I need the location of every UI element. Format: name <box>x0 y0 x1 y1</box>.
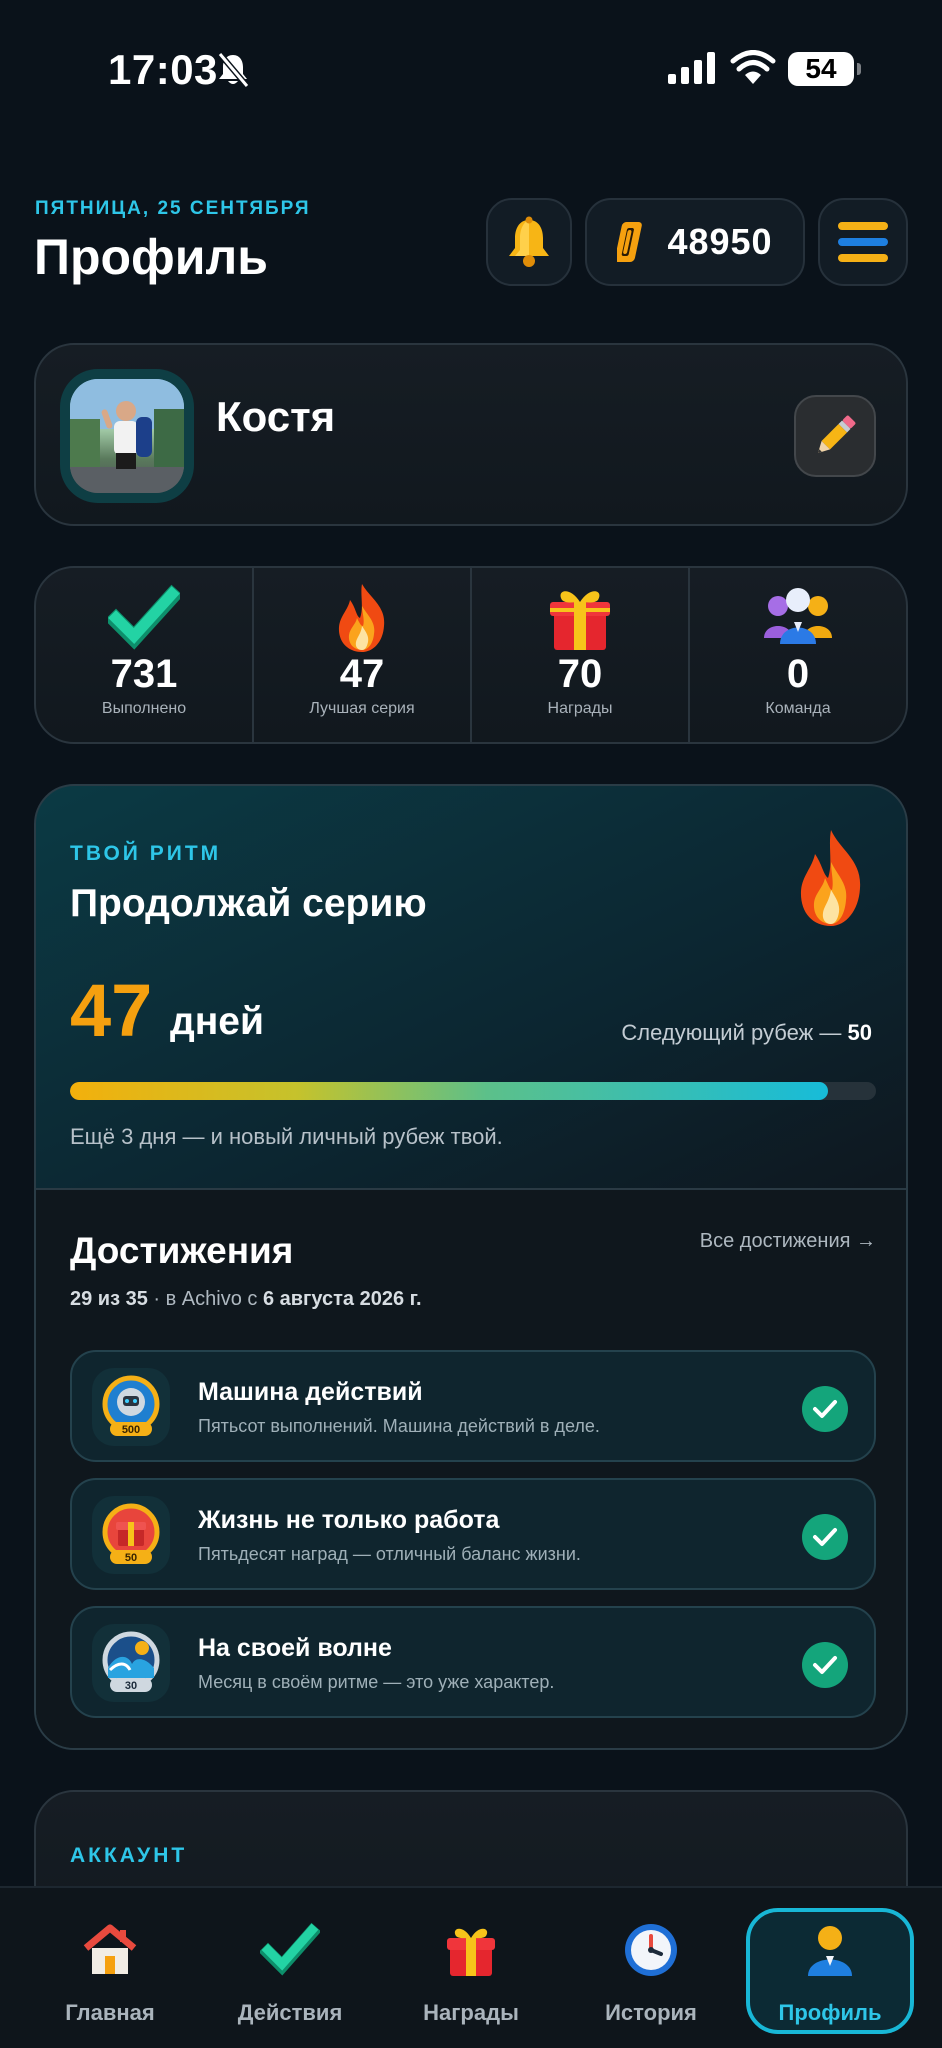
check-icon <box>802 1386 848 1432</box>
wifi-icon <box>730 50 776 84</box>
stats-card: 731 Выполнено 47 Лучшая серия 70 Награды <box>34 566 908 744</box>
achievement-badge-label: 50 <box>125 1552 137 1564</box>
achievement-item[interactable]: 500 Машина действий Пятьсот выполнений. … <box>70 1350 876 1462</box>
notifications-button[interactable] <box>486 198 572 286</box>
achievement-item[interactable]: 30 На своей волне Месяц в своём ритме — … <box>70 1606 876 1718</box>
achievement-badge-label: 30 <box>125 1680 137 1692</box>
achievements-since-date: 6 августа 2026 г. <box>262 1288 422 1310</box>
stat-label: Команда <box>765 700 831 717</box>
checkmark-icon <box>260 1922 320 1976</box>
menu-icon <box>838 222 888 230</box>
signal-icon <box>668 52 715 84</box>
stat-label: Лучшая серия <box>309 700 415 717</box>
achievement-badge-icon: 30 <box>92 1624 170 1702</box>
checkmark-icon <box>108 584 180 650</box>
check-icon <box>802 1642 848 1688</box>
achievements-count: 29 из 35 <box>70 1288 148 1310</box>
rhythm-kicker: ТВОЙ РИТМ <box>70 842 222 865</box>
achievements-title: Достижения <box>70 1230 294 1271</box>
all-achievements-link[interactable]: Все достижения → <box>700 1230 876 1253</box>
gift-icon <box>447 1928 495 1976</box>
date-label: ПЯТНИЦА, 25 СЕНТЯБРЯ <box>35 198 311 219</box>
rhythm-achievements-card: ТВОЙ РИТМ Продолжай серию 47 дней Следую… <box>34 784 908 1750</box>
tab-profile[interactable]: Профиль <box>746 1908 914 2034</box>
tab-home[interactable]: Главная <box>26 1908 194 2034</box>
tab-label: Профиль <box>778 2000 882 2025</box>
page-header: ПЯТНИЦА, 25 СЕНТЯБРЯ Профиль 48950 <box>0 170 942 310</box>
stat-label: Награды <box>547 700 613 717</box>
tab-rewards[interactable]: Награды <box>387 1908 555 2034</box>
achievement-badge-icon: 50 <box>92 1496 170 1574</box>
achievement-item[interactable]: 50 Жизнь не только работа Пятьдесят нагр… <box>70 1478 876 1590</box>
home-icon <box>83 1924 137 1974</box>
coin-icon <box>617 222 643 262</box>
achievement-name: Жизнь не только работа <box>198 1506 500 1534</box>
check-icon <box>802 1514 848 1560</box>
achievement-desc: Пятьдесят наград — отличный баланс жизни… <box>198 1544 581 1564</box>
tab-history[interactable]: История <box>567 1908 735 2034</box>
battery-indicator: 54 <box>788 52 861 86</box>
achievement-badge-label: 500 <box>122 1424 140 1436</box>
next-milestone-label: Следующий рубеж — <box>621 1020 842 1045</box>
achievement-desc: Месяц в своём ритме — это уже характер. <box>198 1672 555 1692</box>
tab-label: Главная <box>65 2000 155 2025</box>
streak-days-value: 47 <box>70 969 153 1052</box>
bell-slash-icon <box>217 52 250 88</box>
rhythm-title: Продолжай серию <box>70 882 427 925</box>
avatar-photo <box>70 379 184 493</box>
bell-icon <box>509 216 549 267</box>
edit-profile-button[interactable] <box>794 395 876 477</box>
achievement-name: Машина действий <box>198 1378 423 1406</box>
stat-value: 70 <box>557 652 603 696</box>
coin-balance: 48950 <box>667 221 773 262</box>
stat-value: 731 <box>110 652 178 696</box>
streak-hint: Ещё 3 дня — и новый личный рубеж твой. <box>70 1124 503 1149</box>
streak-days-unit: дней <box>170 1000 264 1043</box>
achievement-badge-icon: 500 <box>92 1368 170 1446</box>
pencil-icon <box>818 415 856 453</box>
flame-icon <box>338 584 385 652</box>
stat-value: 47 <box>339 652 385 696</box>
status-time: 17:03 <box>108 46 218 93</box>
next-milestone-value: 50 <box>847 1020 872 1045</box>
coin-balance-button[interactable]: 48950 <box>585 198 805 286</box>
profile-card: Костя <box>34 343 908 526</box>
menu-button[interactable] <box>818 198 908 286</box>
page-title: Профиль <box>34 229 269 285</box>
stat-rewards: 70 Награды <box>472 568 690 742</box>
stat-team: 0 Команда <box>690 568 906 742</box>
achievement-desc: Пятьсот выполнений. Машина действий в де… <box>198 1416 600 1436</box>
achievements-section: Достижения Все достижения → 29 из 35 · в… <box>36 1190 906 1748</box>
gift-icon <box>550 591 610 650</box>
streak-progress-bar <box>70 1082 876 1100</box>
achievements-meta: 29 из 35 · в Achivo с 6 августа 2026 г. <box>70 1288 422 1311</box>
stat-best-streak: 47 Лучшая серия <box>254 568 472 742</box>
account-kicker: АККАУНТ <box>70 1844 188 1867</box>
user-name: Костя <box>216 393 336 440</box>
avatar[interactable] <box>60 369 194 503</box>
tab-label: История <box>605 2000 697 2025</box>
flame-icon <box>800 830 861 926</box>
streak-progress-fill <box>70 1082 828 1100</box>
next-milestone: Следующий рубеж — 50 <box>621 1020 872 1046</box>
tab-actions[interactable]: Действия <box>206 1908 374 2034</box>
stat-value: 0 <box>786 652 810 696</box>
stat-label: Выполнено <box>101 700 187 717</box>
clock-icon <box>625 1924 677 1976</box>
achievements-since-prefix: · в Achivo с <box>153 1288 258 1310</box>
status-bar: 17:03 54 <box>0 0 942 140</box>
team-icon <box>764 588 832 644</box>
stat-completed: 731 Выполнено <box>36 568 254 742</box>
tab-label: Награды <box>423 2000 519 2025</box>
tab-label: Действия <box>237 2000 343 2025</box>
tab-bar: Главная Действия Награды История Профиль <box>0 1886 942 2048</box>
person-icon <box>808 1926 852 1976</box>
achievement-name: На своей волне <box>198 1634 392 1662</box>
